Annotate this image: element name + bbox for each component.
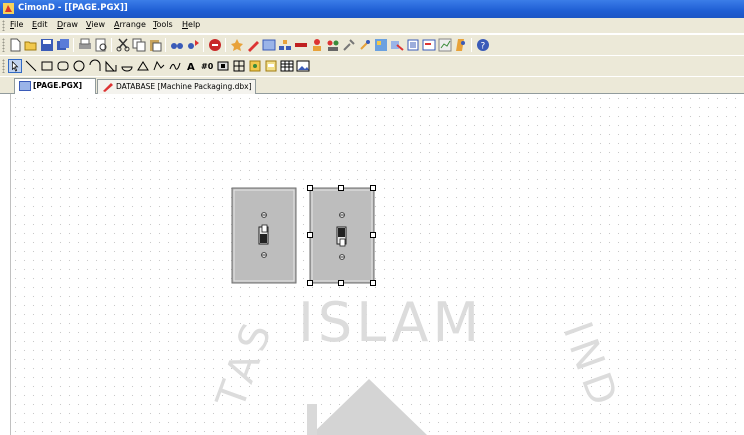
- watermark-text: ISLAM: [298, 291, 483, 354]
- resize-handle-left[interactable]: [307, 232, 313, 238]
- pie-tool-icon[interactable]: [120, 59, 134, 73]
- watermark-mark: [311, 379, 427, 435]
- toolbar-separator: [203, 38, 204, 52]
- save-icon[interactable]: [40, 38, 54, 52]
- drawing-toolbar: A #0: [0, 56, 744, 76]
- tab-label: [PAGE.PGX]: [33, 81, 83, 90]
- watermark-text-right: IND: [554, 316, 628, 417]
- form-icon[interactable]: [422, 38, 436, 52]
- grid-tool-icon[interactable]: [232, 59, 246, 73]
- table-tool-icon[interactable]: [280, 59, 294, 73]
- print-icon[interactable]: [78, 38, 92, 52]
- print-preview-icon[interactable]: [94, 38, 108, 52]
- toolbar-separator: [225, 38, 226, 52]
- script-icon[interactable]: [454, 38, 468, 52]
- ellipse-tool-icon[interactable]: [72, 59, 86, 73]
- resize-handle-bottom-left[interactable]: [307, 280, 313, 286]
- svg-text:#0: #0: [201, 62, 214, 71]
- menu-tools[interactable]: Tools: [153, 20, 173, 29]
- copy-icon[interactable]: [132, 38, 146, 52]
- document-tabs: [PAGE.PGX] DATABASE [Machine Packaging.d…: [0, 77, 744, 94]
- resize-handle-top-right[interactable]: [370, 185, 376, 191]
- tools-icon[interactable]: [342, 38, 356, 52]
- app-icon: [3, 3, 14, 14]
- button-tool-icon[interactable]: [216, 59, 230, 73]
- tab-database[interactable]: DATABASE [Machine Packaging.dbx]: [97, 79, 256, 94]
- open-folder-icon[interactable]: [24, 38, 38, 52]
- user-icon[interactable]: [310, 38, 324, 52]
- save-all-icon[interactable]: [56, 38, 70, 52]
- resize-handle-right[interactable]: [370, 232, 376, 238]
- grid-icon[interactable]: [374, 38, 388, 52]
- polyline-tool-icon[interactable]: [136, 59, 150, 73]
- svg-text:?: ?: [481, 42, 486, 52]
- config-icon[interactable]: [358, 38, 372, 52]
- toolbar-grip: [2, 38, 5, 52]
- pointer-icon[interactable]: [8, 59, 22, 73]
- find-icon[interactable]: [170, 38, 184, 52]
- window-icon[interactable]: [262, 38, 276, 52]
- resize-handle-bottom-right[interactable]: [370, 280, 376, 286]
- toolbar-separator: [165, 38, 166, 52]
- menu-help[interactable]: Help: [182, 20, 200, 29]
- line-tool-icon[interactable]: [24, 59, 38, 73]
- menu-arrange[interactable]: Arrange: [114, 20, 146, 29]
- title-bar: CimonD - [[PAGE.PGX]]: [0, 0, 744, 18]
- menu-draw[interactable]: Draw: [57, 20, 78, 29]
- help-icon[interactable]: ?: [476, 38, 490, 52]
- watermark-text-left: TAS: [208, 312, 283, 415]
- tab-label: DATABASE [Machine Packaging.dbx]: [116, 82, 252, 91]
- bar-icon[interactable]: [294, 38, 308, 52]
- toolbar-separator: [471, 38, 472, 52]
- canvas-margin: [0, 94, 10, 435]
- database-icon: [103, 83, 113, 92]
- toolbar-separator: [111, 38, 112, 52]
- tag-icon[interactable]: [230, 38, 244, 52]
- chart-icon[interactable]: [438, 38, 452, 52]
- resize-handle-top[interactable]: [338, 185, 344, 191]
- freehand-tool-icon[interactable]: [168, 59, 182, 73]
- resize-handle-top-left[interactable]: [307, 185, 313, 191]
- value-display-icon[interactable]: #0: [200, 59, 214, 73]
- polygon-tool-icon[interactable]: [104, 59, 118, 73]
- panel-tool-icon[interactable]: [264, 59, 278, 73]
- rounded-rect-tool-icon[interactable]: [56, 59, 70, 73]
- page-icon: [19, 81, 31, 91]
- watermark-logo: ISLAM TAS IND: [208, 291, 628, 435]
- menu-bar: File Edit Draw View Arrange Tools Help: [0, 18, 744, 33]
- group-icon[interactable]: [326, 38, 340, 52]
- menu-view[interactable]: View: [86, 20, 105, 29]
- resize-handle-bottom[interactable]: [338, 280, 344, 286]
- symbol-library-icon[interactable]: [248, 59, 262, 73]
- menu-file[interactable]: File: [10, 20, 23, 29]
- toolbar-separator: [73, 38, 74, 52]
- list-icon[interactable]: [406, 38, 420, 52]
- cut-icon[interactable]: [116, 38, 130, 52]
- replace-icon[interactable]: [186, 38, 200, 52]
- arc-tool-icon[interactable]: [88, 59, 102, 73]
- image-tool-icon[interactable]: [296, 59, 310, 73]
- new-file-icon[interactable]: [8, 38, 22, 52]
- database-icon[interactable]: [246, 38, 260, 52]
- stop-icon[interactable]: [208, 38, 222, 52]
- tab-page[interactable]: [PAGE.PGX]: [14, 78, 96, 94]
- link-icon[interactable]: [390, 38, 404, 52]
- toggle-switch-2[interactable]: [309, 187, 375, 284]
- standard-toolbar: ?: [0, 35, 744, 55]
- toggle-switch-1[interactable]: [231, 187, 297, 284]
- toolbar-grip: [2, 59, 5, 73]
- paste-icon[interactable]: [148, 38, 162, 52]
- drawing-canvas[interactable]: ISLAM TAS IND: [10, 94, 744, 435]
- network-icon[interactable]: [278, 38, 292, 52]
- text-tool-icon[interactable]: A: [184, 59, 198, 73]
- curve-tool-icon[interactable]: [152, 59, 166, 73]
- menubar-grip: [2, 20, 5, 31]
- window-title: CimonD - [[PAGE.PGX]]: [18, 3, 128, 13]
- svg-text:A: A: [187, 62, 195, 73]
- menu-edit[interactable]: Edit: [32, 20, 48, 29]
- rectangle-tool-icon[interactable]: [40, 59, 54, 73]
